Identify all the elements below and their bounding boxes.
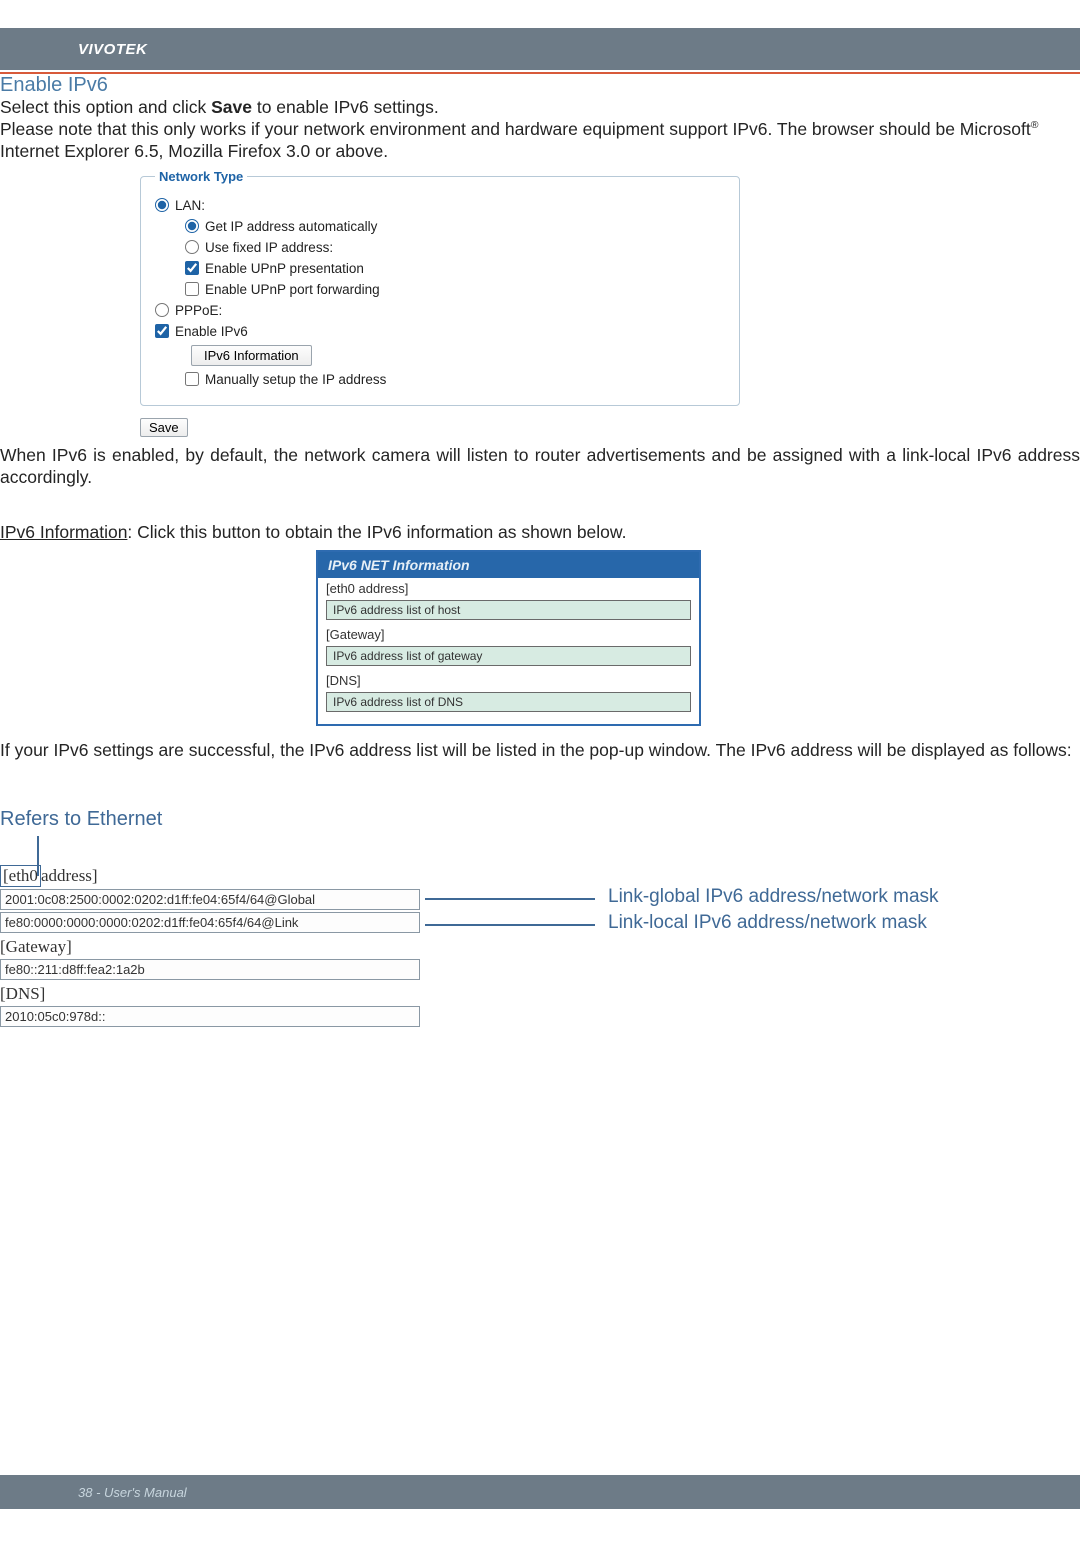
upnp-pres-checkbox[interactable] bbox=[185, 261, 199, 275]
leader-line-icon bbox=[425, 924, 595, 926]
text: Please note that this only works if your… bbox=[0, 119, 1031, 139]
eth0-label: [eth0address] bbox=[0, 865, 1080, 887]
pppoe-radio[interactable] bbox=[155, 303, 169, 317]
refers-heading: Refers to Ethernet bbox=[0, 808, 1080, 831]
manual-ip-row[interactable]: Manually setup the IP address bbox=[185, 372, 725, 387]
network-type-panel: Network Type LAN: Get IP address automat… bbox=[140, 169, 740, 406]
ipv6-info-btn-row: IPv6 Information bbox=[155, 345, 725, 366]
fixed-ip-label: Use fixed IP address: bbox=[205, 240, 333, 255]
get-ip-row[interactable]: Get IP address automatically bbox=[185, 219, 725, 234]
info-label: [DNS] bbox=[318, 670, 699, 688]
brand-label: VIVOTEK bbox=[78, 41, 147, 58]
save-button[interactable]: Save bbox=[140, 418, 188, 437]
text: Select this option and click bbox=[0, 97, 211, 117]
text: address] bbox=[41, 866, 98, 886]
text: : Click this button to obtain the IPv6 i… bbox=[127, 522, 626, 542]
leader-line-icon bbox=[425, 898, 595, 900]
upnp-pres-row[interactable]: Enable UPnP presentation bbox=[185, 261, 725, 276]
dns-field bbox=[0, 1006, 420, 1027]
intro-paragraph-2: Please note that this only works if your… bbox=[0, 119, 1080, 163]
page-header: VIVOTEK bbox=[0, 28, 1080, 70]
text-bold: Save bbox=[211, 97, 252, 117]
info-label: [eth0 address] bbox=[318, 578, 699, 596]
footer-text: 38 - User's Manual bbox=[78, 1485, 187, 1500]
after-box-text: If your IPv6 settings are successful, th… bbox=[0, 740, 1080, 762]
leader-line-icon bbox=[37, 836, 39, 876]
global-address-field bbox=[0, 889, 420, 910]
text: to enable IPv6 settings. bbox=[252, 97, 439, 117]
pppoe-label: PPPoE: bbox=[175, 303, 222, 318]
enable-ipv6-checkbox[interactable] bbox=[155, 324, 169, 338]
lead-link-label: Link-local IPv6 address/network mask bbox=[608, 912, 927, 934]
info-cell: IPv6 address list of host bbox=[326, 600, 691, 620]
lan-label: LAN: bbox=[175, 198, 205, 213]
upnp-port-checkbox[interactable] bbox=[185, 282, 199, 296]
lead-global-label: Link-global IPv6 address/network mask bbox=[608, 886, 939, 908]
section-heading: Enable IPv6 bbox=[0, 74, 1080, 97]
ipv6-info-desc: IPv6 Information: Click this button to o… bbox=[0, 522, 1080, 544]
info-cell: IPv6 address list of DNS bbox=[326, 692, 691, 712]
refers-section: Refers to Ethernet [eth0address] [Gatewa… bbox=[0, 808, 1080, 1027]
pppoe-row[interactable]: PPPoE: bbox=[155, 303, 725, 318]
intro-paragraph: Select this option and click Save to ena… bbox=[0, 97, 1080, 119]
fieldset-legend: Network Type bbox=[155, 169, 247, 184]
network-type-fieldset: Network Type LAN: Get IP address automat… bbox=[140, 169, 740, 406]
eth0-box: [eth0 bbox=[0, 865, 41, 887]
ipv6-information-button[interactable]: IPv6 Information bbox=[191, 345, 312, 366]
upnp-port-row[interactable]: Enable UPnP port forwarding bbox=[185, 282, 725, 297]
fixed-ip-row[interactable]: Use fixed IP address: bbox=[185, 240, 725, 255]
link-address-field bbox=[0, 912, 420, 933]
upnp-pres-label: Enable UPnP presentation bbox=[205, 261, 364, 276]
text: Internet Explorer 6.5, Mozilla Firefox 3… bbox=[0, 141, 388, 161]
get-ip-radio[interactable] bbox=[185, 219, 199, 233]
gateway-label: [Gateway] bbox=[0, 937, 1080, 957]
lan-radio[interactable] bbox=[155, 198, 169, 212]
manual-ip-label: Manually setup the IP address bbox=[205, 372, 386, 387]
info-cell: IPv6 address list of gateway bbox=[326, 646, 691, 666]
enable-ipv6-label: Enable IPv6 bbox=[175, 324, 248, 339]
page-footer: 38 - User's Manual bbox=[0, 1475, 1080, 1509]
manual-ip-checkbox[interactable] bbox=[185, 372, 199, 386]
registered-icon: ® bbox=[1031, 119, 1039, 131]
get-ip-label: Get IP address automatically bbox=[205, 219, 377, 234]
ipv6-net-info-title: IPv6 NET Information bbox=[318, 552, 699, 578]
ipv6-info-underline: IPv6 Information bbox=[0, 522, 127, 542]
enable-ipv6-row[interactable]: Enable IPv6 bbox=[155, 324, 725, 339]
ipv6-net-info-box: IPv6 NET Information [eth0 address] IPv6… bbox=[316, 550, 701, 726]
fixed-ip-radio[interactable] bbox=[185, 240, 199, 254]
page-body: Enable IPv6 Select this option and click… bbox=[0, 74, 1080, 1027]
info-label: [Gateway] bbox=[318, 624, 699, 642]
upnp-port-label: Enable UPnP port forwarding bbox=[205, 282, 380, 297]
after-panel-text: When IPv6 is enabled, by default, the ne… bbox=[0, 445, 1080, 489]
gateway-field bbox=[0, 959, 420, 980]
lan-row[interactable]: LAN: bbox=[155, 198, 725, 213]
dns-label: [DNS] bbox=[0, 984, 1080, 1004]
